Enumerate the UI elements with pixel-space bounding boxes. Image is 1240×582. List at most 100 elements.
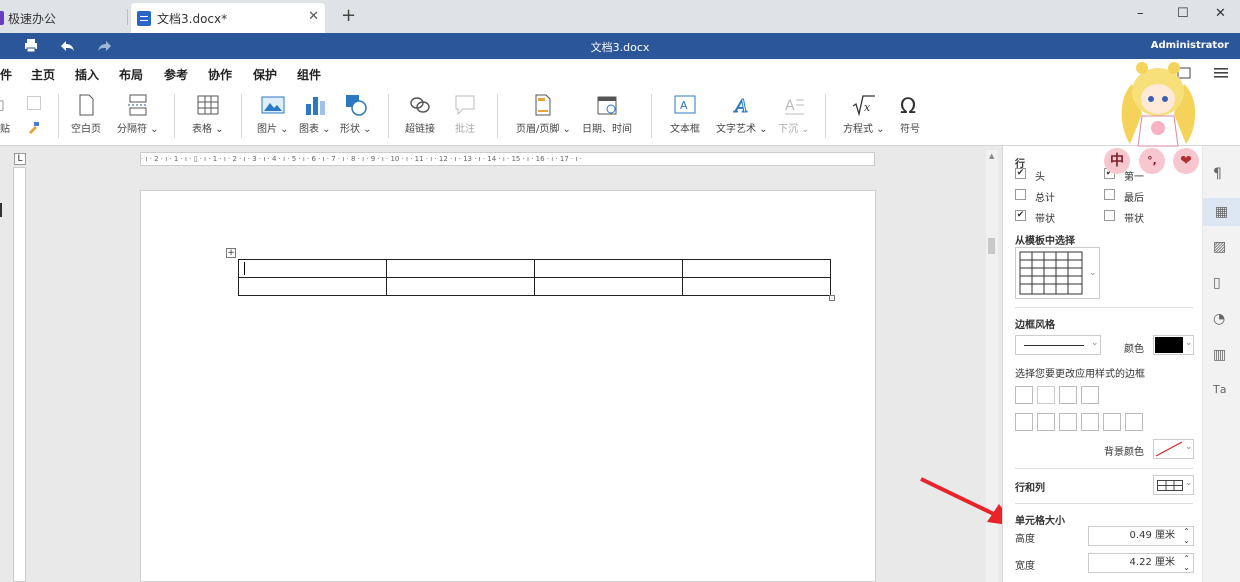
table-template-picker[interactable]: ⌄ <box>1015 247 1100 299</box>
format-painter-icon[interactable] <box>27 122 39 134</box>
shape-label: 形状 <box>340 124 360 135</box>
table-cell[interactable] <box>238 277 387 296</box>
calendar-icon <box>597 96 617 115</box>
menu-collaborate[interactable]: 协作 <box>208 66 232 83</box>
border-color-picker[interactable]: ⌄ <box>1153 335 1194 355</box>
table-cell[interactable] <box>386 259 535 278</box>
banded-columns-checkbox[interactable] <box>1104 210 1115 221</box>
table-cell[interactable] <box>682 277 831 296</box>
copy-icon[interactable] <box>27 96 41 110</box>
border-style-select[interactable]: ⌄ <box>1015 335 1101 355</box>
menu-layout[interactable]: 布局 <box>119 66 143 83</box>
paragraph-settings-icon[interactable]: ¶ <box>1213 166 1222 182</box>
vertical-ruler[interactable] <box>13 167 26 582</box>
table-cell[interactable] <box>534 259 683 278</box>
scrollbar-thumb[interactable] <box>988 238 995 254</box>
ribbon-divider <box>497 94 498 138</box>
new-tab-button[interactable]: + <box>341 5 356 26</box>
menu-plugins[interactable]: 组件 <box>297 66 321 83</box>
image-settings-icon[interactable]: ▨ <box>1213 239 1226 255</box>
break-button[interactable]: 分隔符 ⌄ <box>117 94 159 135</box>
spinner-arrows-icon[interactable]: ⌃ ⌄ <box>1183 527 1190 545</box>
menu-home[interactable]: 主页 <box>31 66 55 83</box>
tab-stop-selector[interactable]: L <box>14 153 26 165</box>
table-resize-handle[interactable] <box>829 295 835 301</box>
table-row <box>238 277 831 296</box>
border-all-button[interactable] <box>1015 386 1033 404</box>
close-window-button[interactable]: ✕ <box>1215 6 1226 21</box>
horizontal-ruler[interactable]: · ı · 2 · ı · 1 · ı · ▯ · ı · 1 · ı · 2 … <box>140 152 875 166</box>
textbox-button[interactable]: A 文本框 <box>670 94 700 135</box>
ime-punctuation-button[interactable]: °, <box>1139 148 1165 174</box>
border-top-button[interactable] <box>1081 413 1099 431</box>
header-row-checkbox[interactable]: ✔ <box>1015 168 1026 179</box>
menu-references[interactable]: 参考 <box>164 66 188 83</box>
symbol-button[interactable]: Ω 符号 <box>898 94 922 135</box>
header-row-label: 头 <box>1035 172 1045 183</box>
minimize-button[interactable]: – <box>1137 6 1144 21</box>
background-color-picker[interactable]: ⌄ <box>1153 439 1194 459</box>
width-value: 4.22 厘米 <box>1129 557 1175 568</box>
border-bottom-button[interactable] <box>1125 413 1143 431</box>
width-input[interactable]: 4.22 厘米 ⌃ ⌄ <box>1088 553 1194 573</box>
paste-button[interactable]: 贴 <box>0 94 10 135</box>
header-footer-settings-icon[interactable]: ▯ <box>1213 275 1221 291</box>
dropcap-button[interactable]: A 下沉 ⌄ <box>778 94 810 135</box>
chart-button[interactable]: 图表 ⌄ <box>299 94 331 135</box>
hamburger-menu-icon[interactable] <box>1214 68 1228 78</box>
border-right-button[interactable] <box>1059 413 1077 431</box>
comment-button[interactable]: 批注 <box>453 94 477 135</box>
border-inner-button[interactable] <box>1037 386 1055 404</box>
text-art-settings-icon[interactable]: Tа <box>1213 383 1226 396</box>
height-input[interactable]: 0.49 厘米 ⌃ ⌄ <box>1088 526 1194 546</box>
table-move-handle-icon[interactable]: + <box>226 248 236 258</box>
last-column-checkbox[interactable] <box>1104 189 1115 200</box>
chart-settings-icon[interactable]: ▥ <box>1213 347 1226 363</box>
rows-columns-dropdown[interactable]: ⌄ <box>1153 475 1194 495</box>
document-table[interactable] <box>238 259 831 296</box>
tab-document[interactable]: 文档3.docx* ✕ <box>131 3 325 33</box>
textart-button[interactable]: A 文字艺术 ⌄ <box>716 94 768 136</box>
border-outer-button[interactable] <box>1081 386 1099 404</box>
menu-protect[interactable]: 保护 <box>253 66 277 83</box>
datetime-button[interactable]: 日期、时间 <box>582 94 632 135</box>
close-tab-icon[interactable]: ✕ <box>308 9 319 24</box>
border-vertical-inner-button[interactable] <box>1037 413 1055 431</box>
user-name[interactable]: Administrator <box>1151 40 1229 51</box>
table-cell[interactable] <box>534 277 683 296</box>
blank-page-button[interactable]: 空白页 <box>71 94 101 135</box>
ime-chinese-button[interactable]: 中 <box>1104 148 1130 174</box>
dropcap-label: 下沉 <box>778 124 798 135</box>
maximize-button[interactable]: ☐ <box>1177 6 1189 21</box>
shape-button[interactable]: 形状 ⌄ <box>340 94 372 135</box>
ime-heart-button[interactable]: ❤ <box>1173 148 1199 174</box>
scroll-up-icon[interactable]: ▲ <box>989 152 994 160</box>
total-row-checkbox[interactable] <box>1015 189 1026 200</box>
table-button[interactable]: 表格 ⌄ <box>192 94 224 135</box>
header-footer-button[interactable]: 页眉/页脚 ⌄ <box>516 94 571 135</box>
chevron-down-icon: ⌄ <box>1185 338 1193 348</box>
menu-bar: 件 主页 插入 布局 参考 协作 保护 组件 <box>0 59 1240 88</box>
shape-settings-icon[interactable]: ◔ <box>1213 311 1225 327</box>
table-settings-icon[interactable]: ▦ <box>1203 198 1240 226</box>
border-left-button[interactable] <box>1015 413 1033 431</box>
chevron-down-icon: ⌄ <box>360 124 372 135</box>
spinner-arrows-icon[interactable]: ⌃ ⌄ <box>1183 554 1190 572</box>
border-cross-button[interactable] <box>1059 386 1077 404</box>
chevron-down-icon: ⌄ <box>277 124 289 135</box>
tab-home[interactable]: 极速办公 <box>0 3 126 33</box>
omega-icon: Ω <box>900 94 916 116</box>
table-cell[interactable] <box>386 277 535 296</box>
border-horizontal-inner-button[interactable] <box>1103 413 1121 431</box>
menu-file[interactable]: 件 <box>0 66 12 83</box>
chevron-down-icon: ⌄ <box>559 124 571 135</box>
paste-icon <box>0 100 4 111</box>
table-cell[interactable] <box>682 259 831 278</box>
hyperlink-button[interactable]: 超链接 <box>405 94 435 135</box>
banded-rows-checkbox[interactable]: ✔ <box>1015 210 1026 221</box>
menu-insert[interactable]: 插入 <box>75 66 100 88</box>
image-button[interactable]: 图片 ⌄ <box>257 94 289 135</box>
table-cell[interactable] <box>238 259 387 278</box>
equation-button[interactable]: x 方程式 ⌄ <box>843 94 885 135</box>
document-page[interactable] <box>140 190 876 582</box>
